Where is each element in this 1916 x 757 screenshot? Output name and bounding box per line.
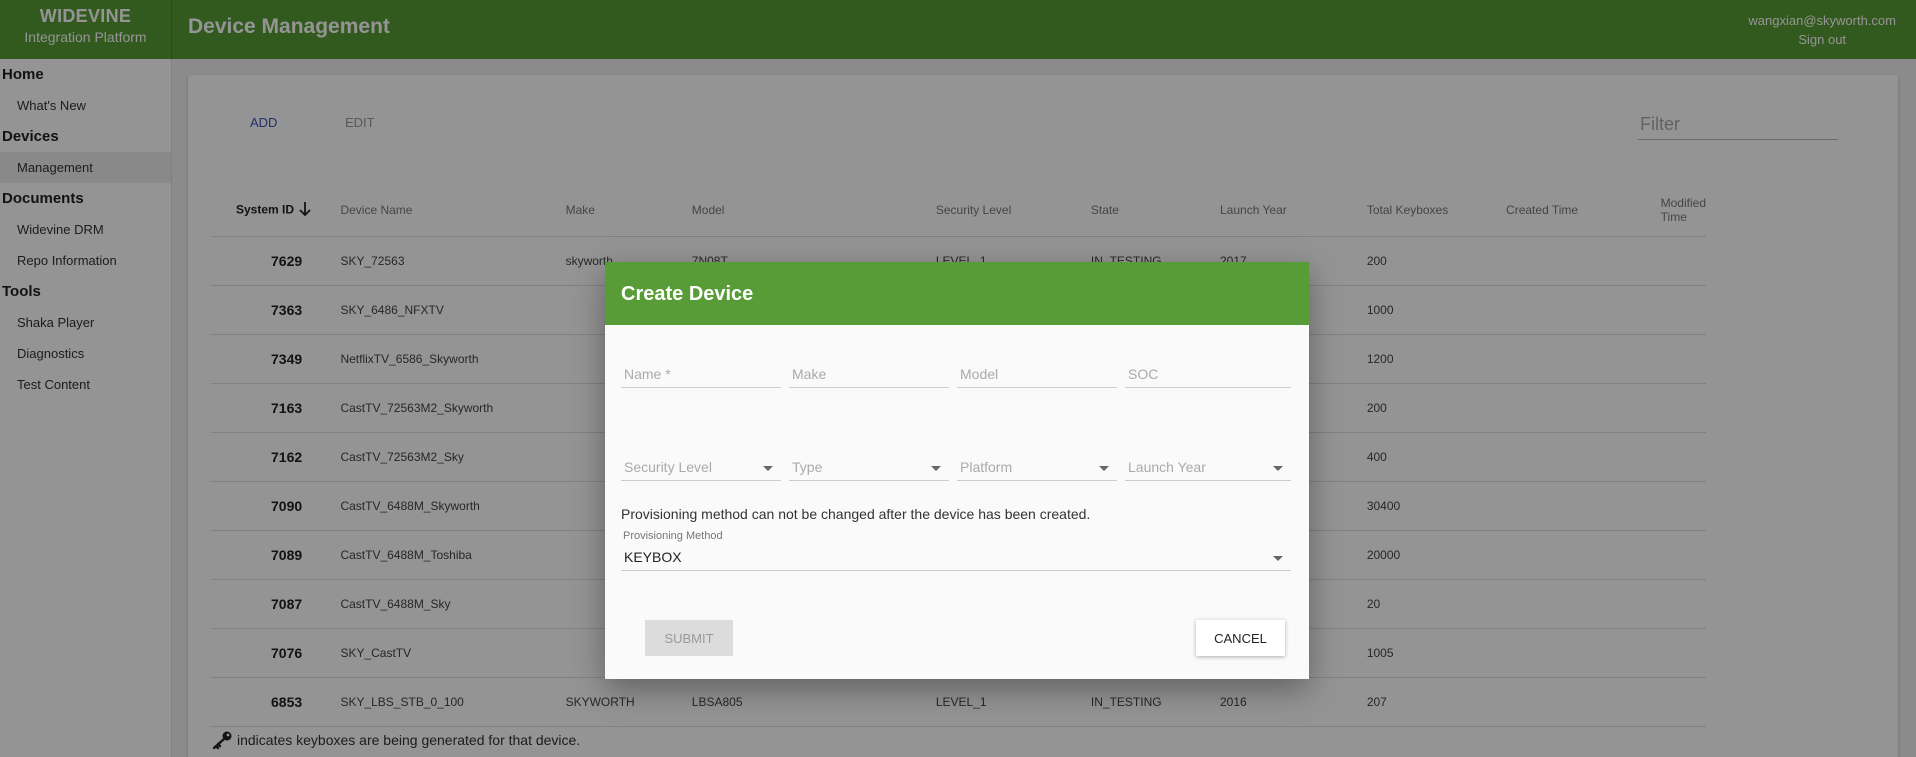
launch-year-select[interactable]: Launch Year <box>1125 455 1291 481</box>
platform-select[interactable]: Platform <box>957 455 1117 481</box>
provisioning-notice: Provisioning method can not be changed a… <box>621 506 1091 522</box>
caret-down-icon <box>1273 466 1283 471</box>
make-placeholder: Make <box>792 366 827 382</box>
make-field[interactable]: Make <box>789 362 949 388</box>
provisioning-method-value: KEYBOX <box>624 549 682 565</box>
platform-placeholder: Platform <box>960 459 1013 475</box>
create-device-dialog: Create Device Name * Make Model SOC Secu… <box>605 262 1309 679</box>
caret-down-icon <box>1099 466 1109 471</box>
cancel-button[interactable]: CANCEL <box>1196 620 1285 656</box>
provisioning-method-select[interactable]: KEYBOX <box>621 545 1291 571</box>
type-placeholder: Type <box>792 459 823 475</box>
security-level-select[interactable]: Security Level <box>621 455 781 481</box>
caret-down-icon <box>931 466 941 471</box>
caret-down-icon <box>763 466 773 471</box>
name-field[interactable]: Name * <box>621 362 781 388</box>
provisioning-method-label: Provisioning Method <box>623 530 723 542</box>
caret-down-icon <box>1273 556 1283 561</box>
model-field[interactable]: Model <box>957 362 1117 388</box>
soc-placeholder: SOC <box>1128 366 1159 382</box>
name-placeholder: Name * <box>624 366 671 382</box>
security-level-placeholder: Security Level <box>624 459 712 475</box>
soc-field[interactable]: SOC <box>1125 362 1291 388</box>
submit-button[interactable]: SUBMIT <box>645 620 733 656</box>
launch-year-placeholder: Launch Year <box>1128 459 1206 475</box>
dialog-title: Create Device <box>605 262 1309 325</box>
model-placeholder: Model <box>960 366 999 382</box>
type-select[interactable]: Type <box>789 455 949 481</box>
